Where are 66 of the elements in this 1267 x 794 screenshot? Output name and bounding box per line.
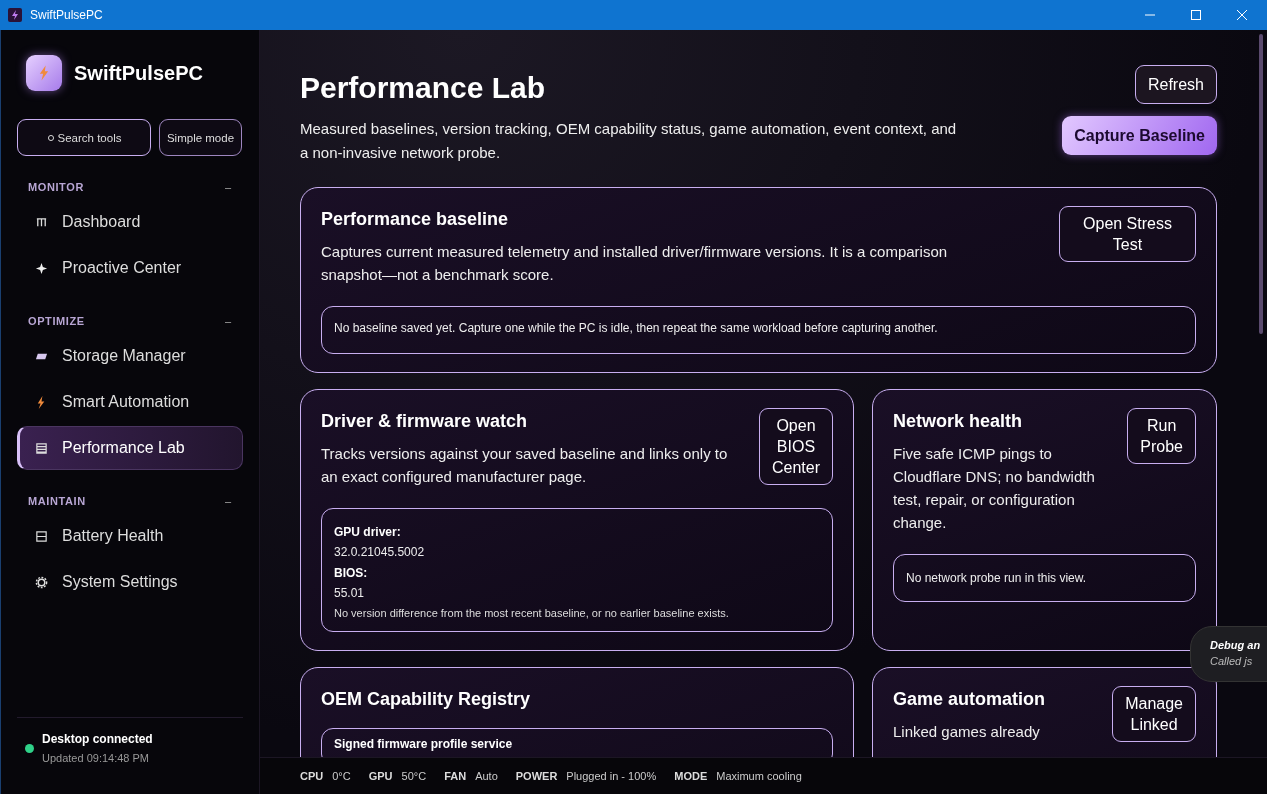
card-description: Captures current measured telemetry and installed driver/firmware versions. It is a comparison snapshot—not a benchmark score. — [321, 242, 949, 285]
card-button[interactable]: Manage Linked — [1112, 686, 1196, 742]
nav-item[interactable]: Storage Manager — [17, 334, 243, 378]
refresh-button[interactable]: Refresh — [1134, 65, 1217, 104]
card-description: Tracks versions against your saved baseline and links only to an exact configured manufacturer page. — [321, 444, 729, 487]
nav-item[interactable]: System Settings — [17, 560, 243, 604]
page-description: Measured baselines, version tracking, OEM capability status, game automation, event context, and a non-invasive network probe. — [300, 119, 958, 163]
card-button[interactable]: Run Probe — [1127, 408, 1196, 464]
card-title: Network health — [893, 411, 1024, 432]
nav-item[interactable]: Battery Health — [17, 514, 243, 558]
nav-item[interactable]: Performance Lab — [17, 426, 243, 470]
status-value: Auto — [475, 770, 498, 782]
card-description: Five safe ICMP pings to Cloudflare DNS; no bandwidth test, repair, or configuration change. — [893, 444, 1096, 533]
status-label: MODE — [674, 770, 708, 782]
close-icon[interactable] — [1237, 10, 1247, 20]
page-title: Performance Lab — [300, 71, 547, 105]
registry-entry: Signed firmware profile service — [334, 737, 514, 751]
card-title: Driver & firmware watch — [321, 411, 529, 432]
version-label: GPU driver: — [334, 525, 402, 539]
status-value: 50°C — [401, 770, 427, 782]
note-text: No network probe run in this view. — [906, 571, 1088, 585]
toast-text: Called js — [1210, 655, 1254, 667]
app-icon — [8, 8, 22, 22]
card-title: OEM Capability Registry — [321, 689, 531, 710]
search-button[interactable]: Search tools — [17, 119, 151, 156]
panel-icon — [35, 529, 48, 543]
section-label: OPTIMIZE — [28, 315, 85, 327]
search-icon — [46, 133, 55, 142]
gear-icon — [35, 575, 48, 589]
card-title: Performance baseline — [321, 209, 510, 230]
status-value: 0°C — [332, 770, 351, 782]
update-time: Updated 09:14:48 PM — [42, 752, 151, 764]
collapse-toggle[interactable]: – — [224, 181, 231, 193]
status-label: POWER — [515, 770, 558, 782]
version-note: No version difference from the most recent baseline, or no earlier baseline exists. — [334, 607, 730, 619]
card-title: Game automation — [893, 689, 1046, 710]
status-value: Maximum cooling — [716, 770, 802, 782]
toast-title: Debug an — [1210, 639, 1262, 651]
status-value: Plugged in - 100% — [566, 770, 657, 782]
version-label: BIOS: — [334, 566, 369, 580]
nav-item[interactable]: Dashboard — [17, 200, 243, 244]
collapse-toggle[interactable]: – — [224, 315, 231, 327]
card-description: Linked games already — [893, 722, 1041, 742]
section-label: MONITOR — [28, 181, 84, 193]
connection-status: Desktop connected — [42, 732, 153, 746]
nav-item[interactable]: Proactive Center — [17, 246, 243, 290]
card-button[interactable]: Open Stress Test — [1059, 206, 1196, 262]
section-label: MAINTAIN — [28, 495, 86, 507]
window-title: SwiftPulsePC — [30, 8, 103, 22]
note-text: No baseline saved yet. Capture one while the PC is idle, then repeat the same workload before capturing another. — [334, 321, 939, 335]
status-label: GPU — [368, 770, 393, 782]
capture-button[interactable]: Capture Baseline — [1062, 116, 1217, 155]
simple-mode-button[interactable]: Simple mode — [159, 119, 242, 156]
sparkle-icon — [35, 261, 48, 275]
status-label: FAN — [444, 770, 467, 782]
lightning-icon — [39, 65, 49, 81]
card-button[interactable]: Open BIOS Center — [758, 408, 833, 485]
status-label: CPU — [300, 770, 324, 782]
maximize-icon[interactable] — [1191, 10, 1201, 20]
nav-item[interactable]: Smart Automation — [17, 380, 243, 424]
columns-icon — [35, 215, 48, 229]
collapse-toggle[interactable]: – — [224, 495, 231, 507]
version-value: 55.01 — [334, 586, 366, 600]
list-icon — [35, 441, 48, 455]
app-name: SwiftPulsePC — [74, 61, 203, 85]
version-value: 32.0.21045.5002 — [334, 545, 426, 559]
